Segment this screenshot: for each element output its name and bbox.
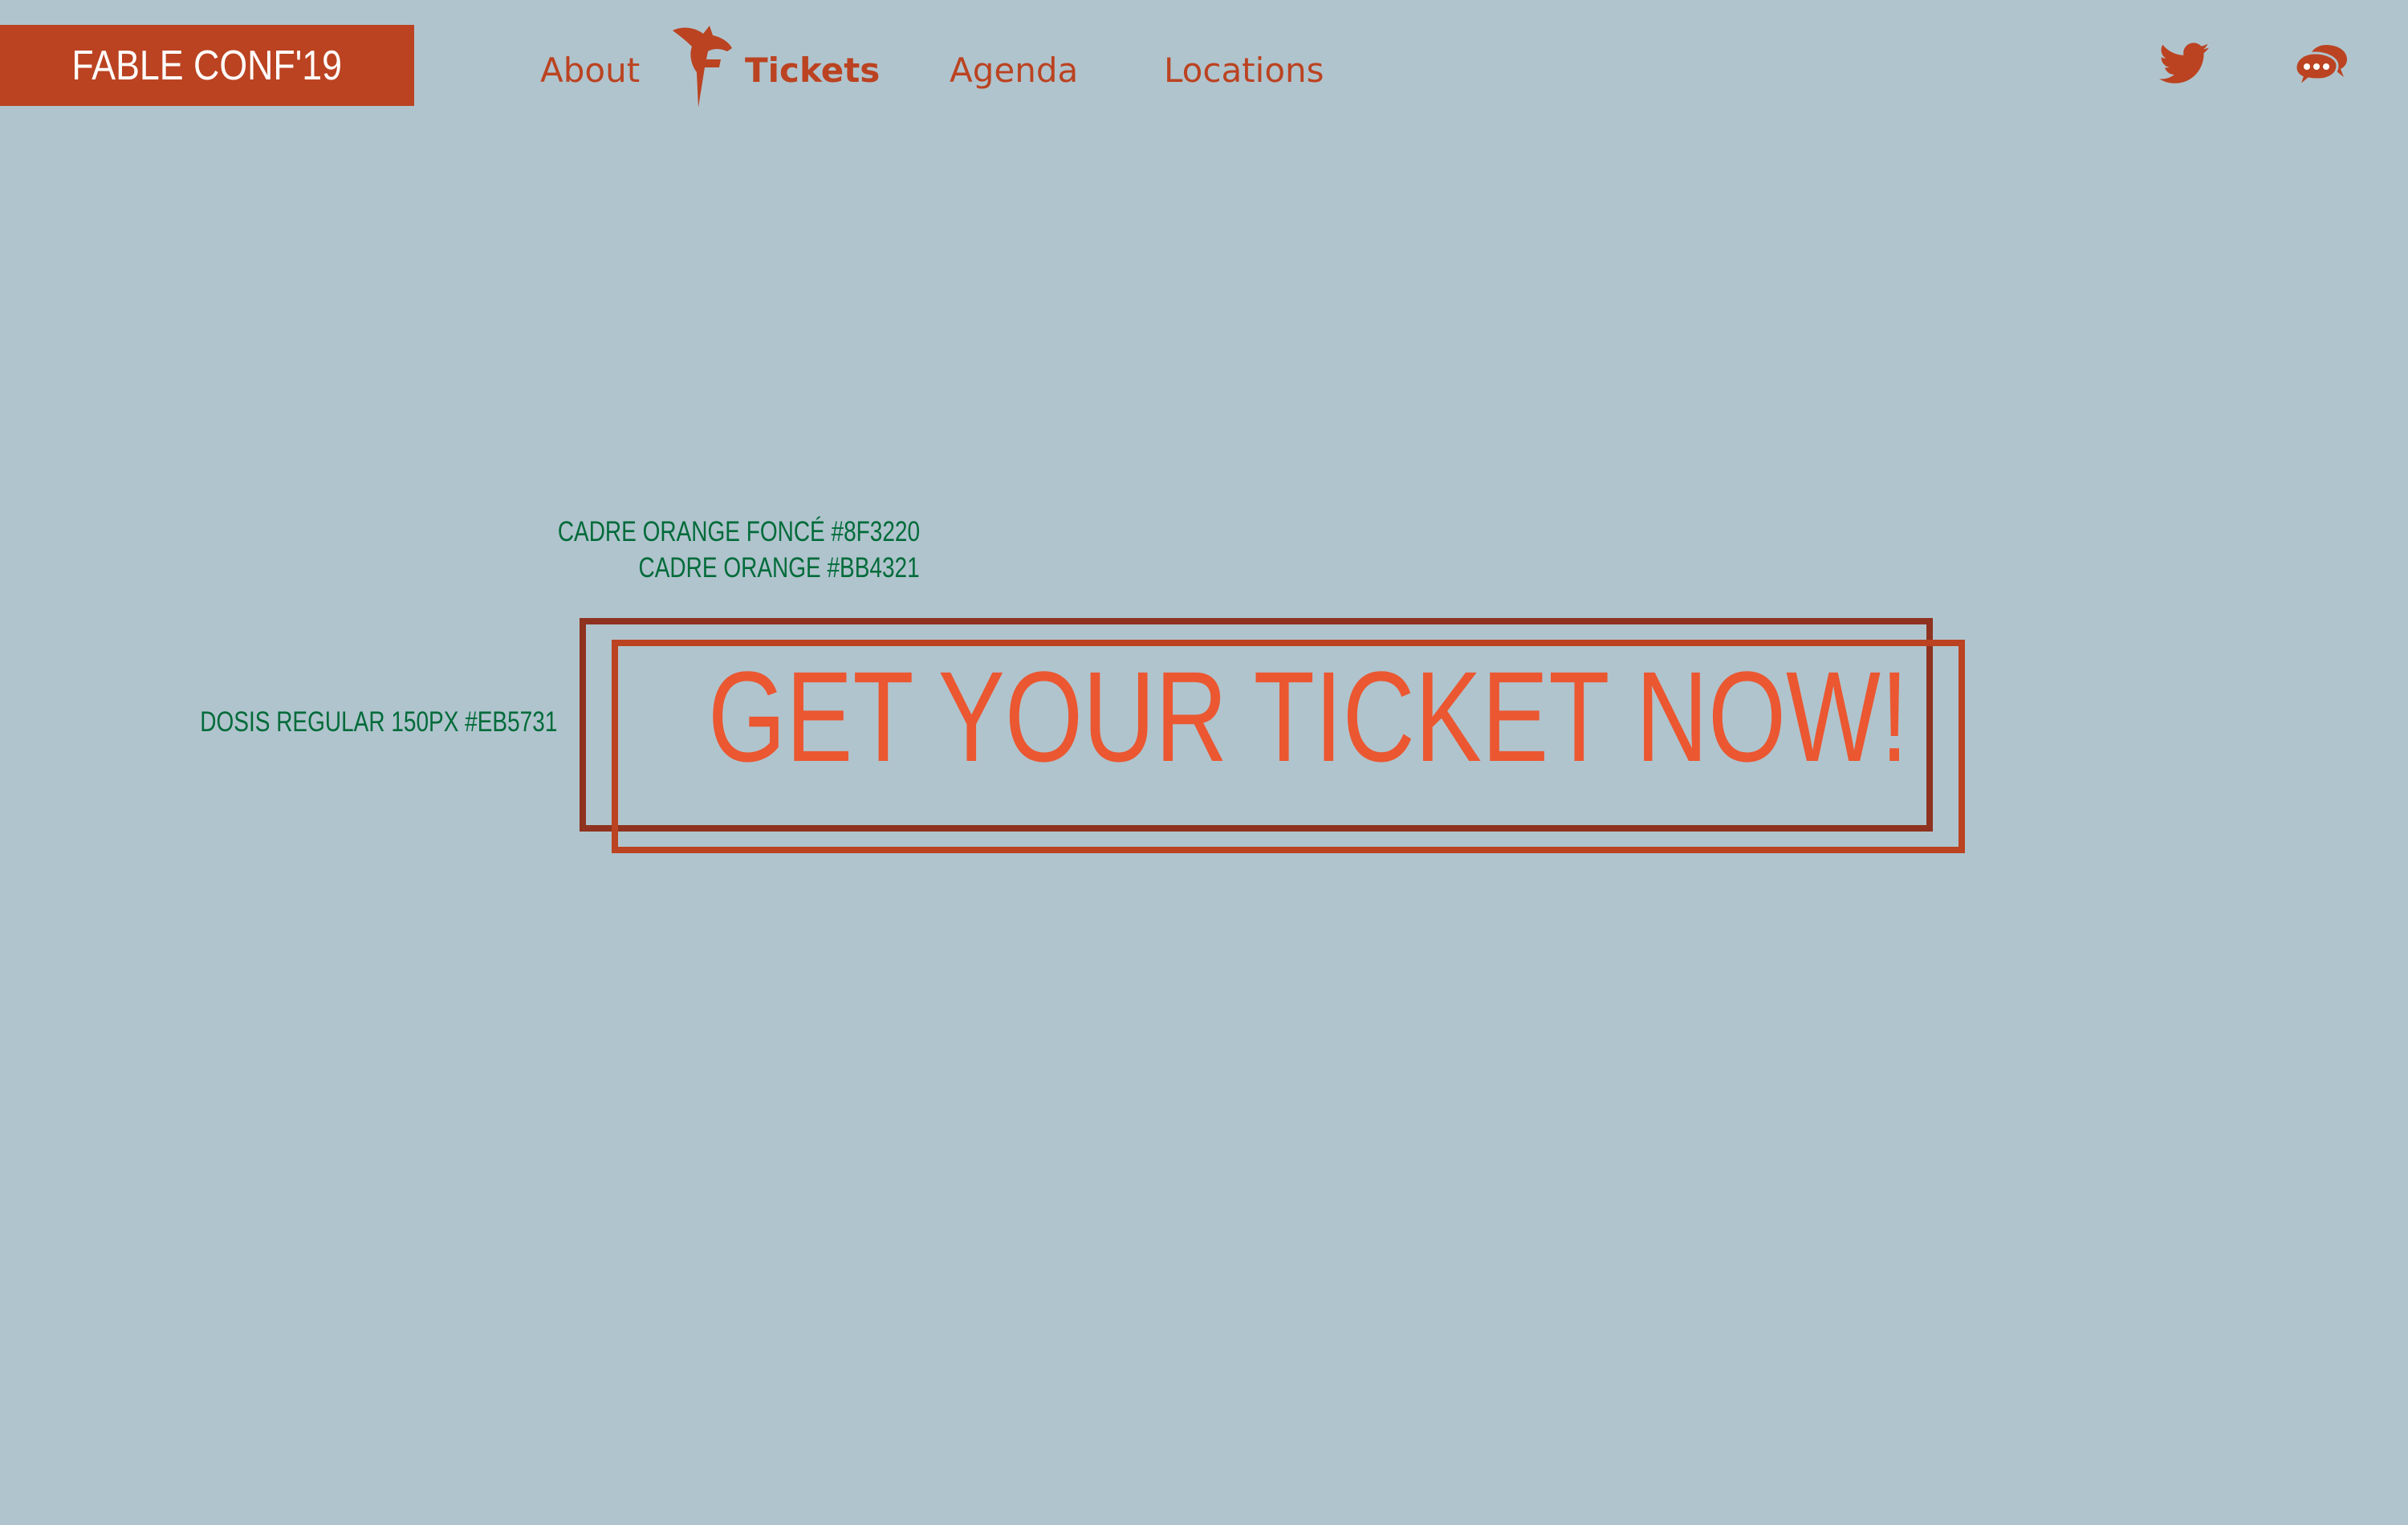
site-logo[interactable]: FABLE CONF'19 xyxy=(0,25,414,106)
annotation-orange-frame: CADRE ORANGE #BB4321 xyxy=(638,552,920,584)
get-ticket-button[interactable]: GET YOUR TICKET NOW! xyxy=(708,653,1909,781)
annotation-dark-frame: CADRE ORANGE FONCÉ #8F3220 xyxy=(557,516,920,547)
annotation-font-spec: DOSIS REGULAR 150PX #EB5731 xyxy=(199,706,557,738)
chat-bubble-icon[interactable] xyxy=(2294,42,2349,88)
twitter-icon[interactable] xyxy=(2159,42,2209,85)
logo-text: FABLE CONF'19 xyxy=(71,42,343,89)
nav-locations[interactable]: Locations xyxy=(1164,48,1324,93)
nav-tickets[interactable]: Tickets xyxy=(745,48,880,93)
nav-about[interactable]: About xyxy=(540,48,640,93)
fox-head-icon xyxy=(673,26,732,108)
nav-agenda[interactable]: Agenda xyxy=(950,48,1078,93)
